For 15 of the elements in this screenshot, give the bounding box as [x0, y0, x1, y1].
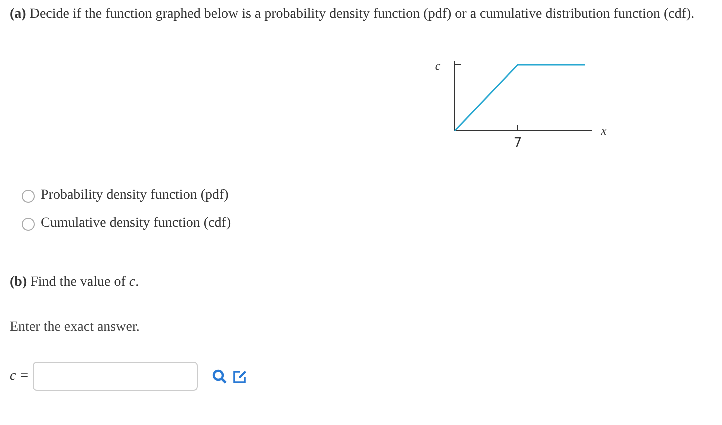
axis-label: c	[435, 59, 441, 73]
question-text: (b) Find the value of c.	[10, 274, 140, 292]
radio-button[interactable]	[22, 218, 35, 230]
answer-label: c =	[10, 368, 30, 384]
instruction-text: Enter the exact answer.	[10, 320, 141, 336]
option-label: Probability density function (pdf)	[41, 188, 229, 204]
option-label: Cumulative density function (cdf)	[41, 216, 232, 232]
search-icon[interactable]	[212, 368, 228, 384]
edit-icon[interactable]	[232, 368, 248, 384]
y-axis	[454, 60, 462, 132]
axis-label: x	[601, 123, 607, 138]
tick-label: 7	[514, 136, 522, 148]
radio-button[interactable]	[22, 190, 35, 202]
answer-field[interactable]	[33, 362, 198, 391]
question-text: (a) Decide if the function graphed below is a probability density function (pdf) or a cumulative distribution function (cdf).	[10, 6, 696, 24]
